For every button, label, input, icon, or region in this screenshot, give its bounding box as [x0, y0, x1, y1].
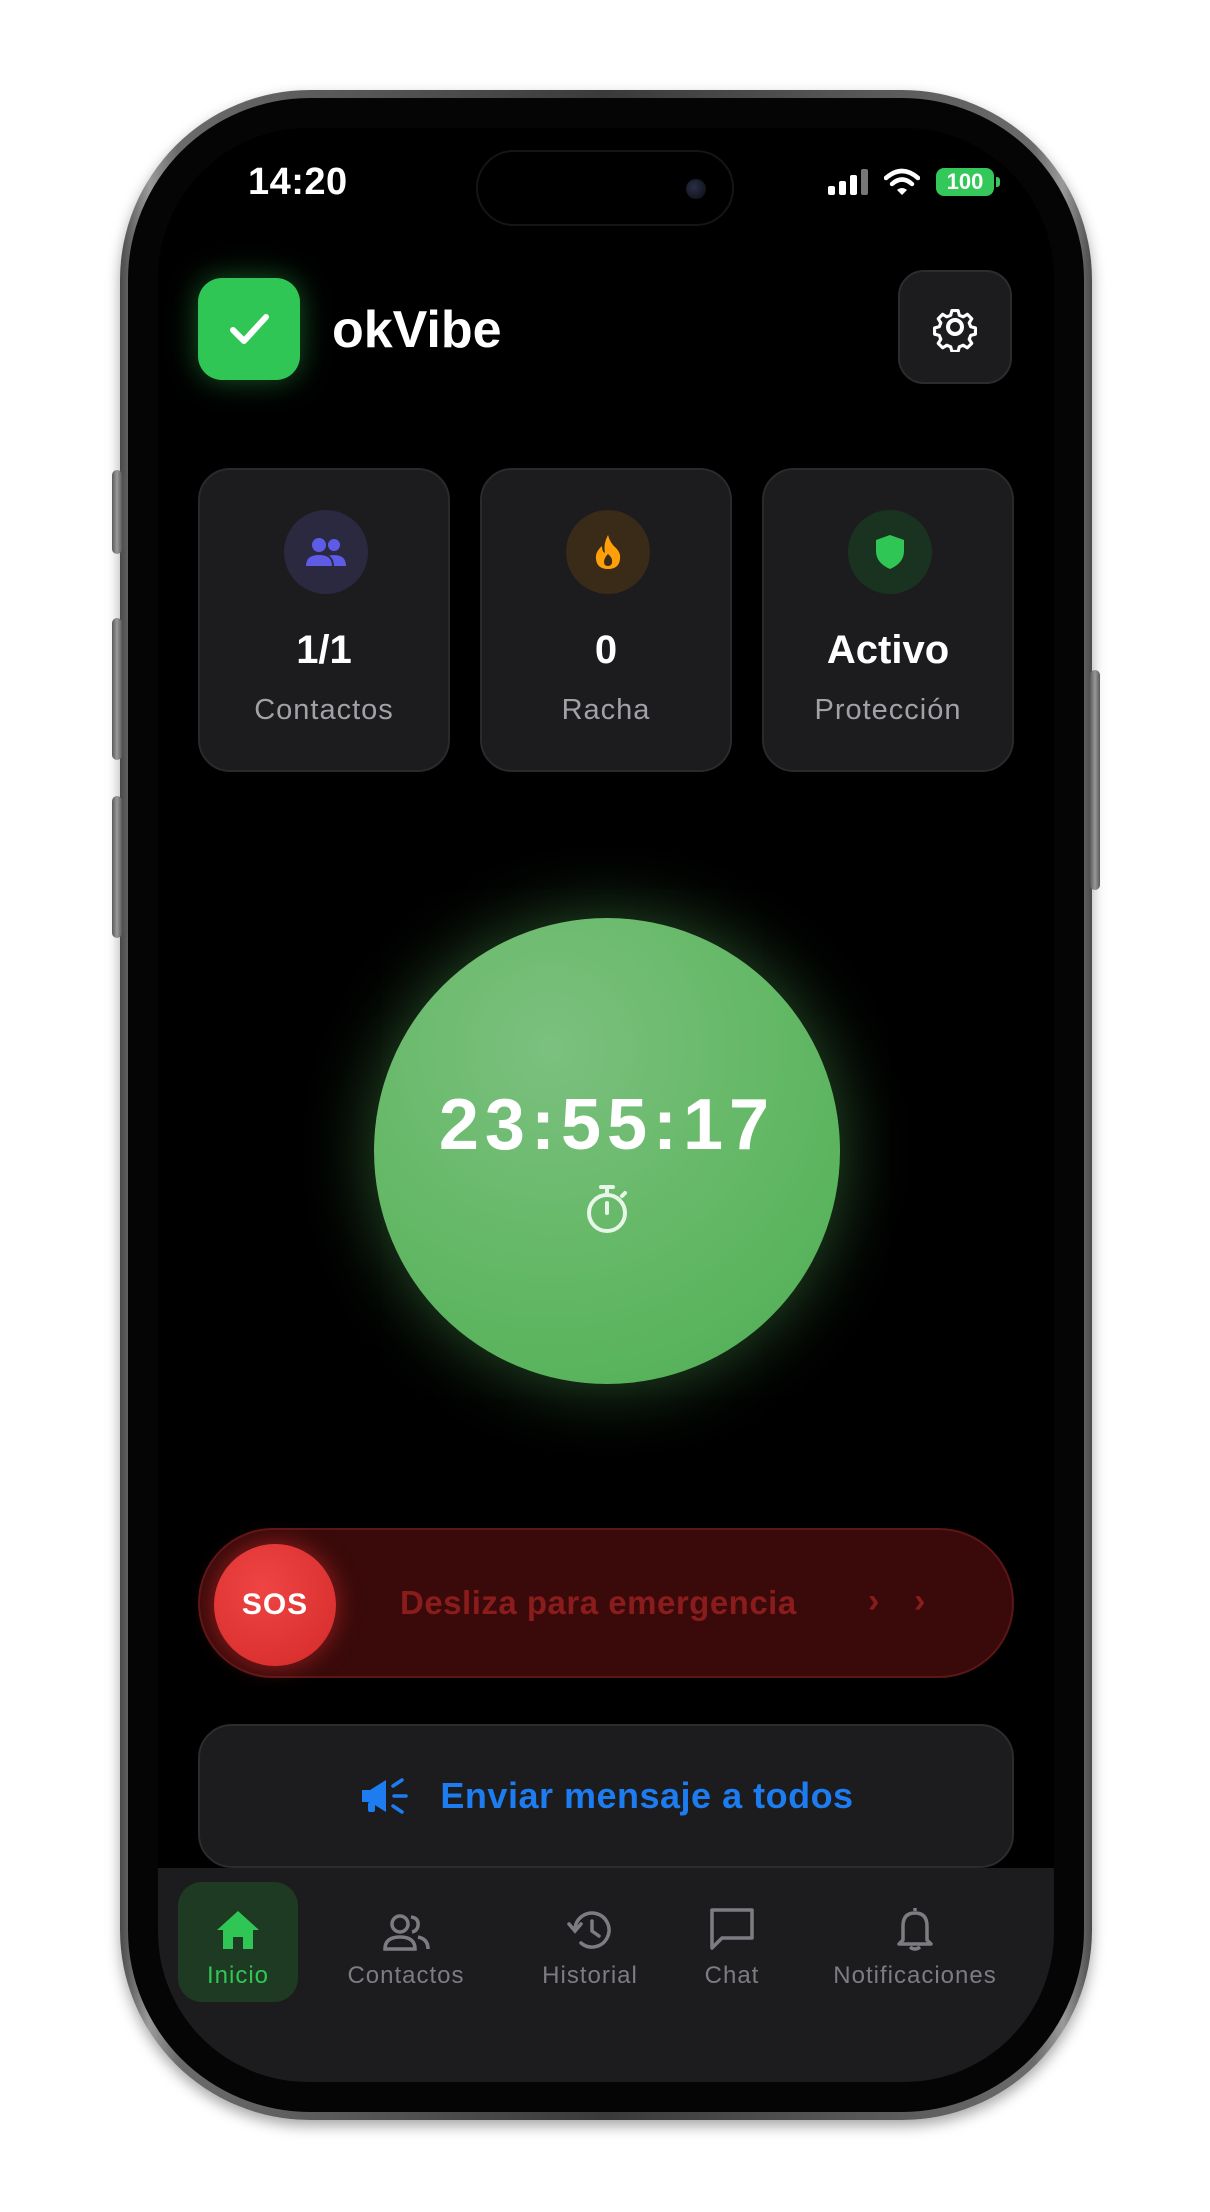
tab-label: Historial [542, 1962, 638, 1989]
people-icon [284, 510, 368, 594]
volume-down-button [112, 796, 122, 938]
bottom-tab-bar: Inicio Contactos Historial Chat Notifica… [158, 1868, 1054, 2082]
tab-label: Contactos [347, 1962, 465, 1989]
app-title: okVibe [332, 301, 502, 359]
sos-slider-handle[interactable]: SOS [214, 1544, 336, 1666]
tab-chat[interactable]: Chat [682, 1882, 782, 2002]
protection-label: Protección [814, 694, 962, 726]
tab-inicio[interactable]: Inicio [178, 1882, 298, 2002]
stopwatch-icon [587, 1185, 627, 1233]
chat-icon [710, 1908, 754, 1950]
tab-label: Inicio [206, 1962, 270, 1989]
status-indicators: 100 [828, 168, 1000, 196]
gear-icon [933, 309, 977, 352]
stat-card-contacts[interactable]: 1/1 Contactos [198, 468, 450, 772]
sos-instruction-label: Desliza para emergencia [400, 1584, 797, 1621]
history-icon [567, 1911, 611, 1949]
volume-up-button [112, 618, 122, 760]
sos-emergency-slider[interactable]: SOS Desliza para emergencia › › [198, 1528, 1014, 1678]
power-button [1090, 670, 1100, 890]
tab-notificaciones[interactable]: Notificaciones [820, 1882, 1010, 2002]
contacts-count: 1/1 [296, 628, 352, 672]
tab-contactos[interactable]: Contactos [336, 1882, 476, 2002]
cellular-signal-icon [828, 169, 868, 195]
home-icon [217, 1911, 259, 1949]
action-button [112, 470, 122, 554]
bell-icon [897, 1908, 933, 1951]
flame-icon [566, 510, 650, 594]
camera-icon [686, 179, 706, 199]
chevron-right-icon: › [868, 1582, 880, 1620]
stat-card-protection[interactable]: Activo Protección [762, 468, 1014, 772]
chevron-right-icon: › [914, 1582, 926, 1620]
broadcast-message-button[interactable]: Enviar mensaje a todos [198, 1724, 1014, 1868]
streak-label: Racha [561, 694, 651, 726]
countdown-timer: 23:55:17 [438, 1085, 776, 1165]
stat-card-streak[interactable]: 0 Racha [480, 468, 732, 772]
tab-label: Notificaciones [833, 1962, 997, 1989]
app-screen: 14:20 100 okVibe 1/1 Contactos 0 Racha A… [158, 128, 1054, 2082]
contacts-label: Contactos [254, 694, 394, 726]
protection-status: Activo [826, 628, 950, 672]
megaphone-icon [362, 1778, 409, 1814]
people-icon [383, 1914, 430, 1951]
tab-historial[interactable]: Historial [520, 1882, 660, 2002]
app-logo-check-icon [198, 278, 300, 380]
tab-label: Chat [704, 1962, 760, 1989]
dynamic-island [476, 150, 734, 226]
checkin-timer-button[interactable]: 23:55:17 [374, 918, 840, 1384]
status-time: 14:20 [248, 161, 348, 203]
streak-count: 0 [594, 628, 618, 672]
battery-indicator: 100 [936, 168, 1000, 196]
shield-icon [848, 510, 932, 594]
broadcast-label: Enviar mensaje a todos [440, 1775, 854, 1816]
settings-button[interactable] [898, 270, 1012, 384]
wifi-icon [884, 168, 920, 195]
